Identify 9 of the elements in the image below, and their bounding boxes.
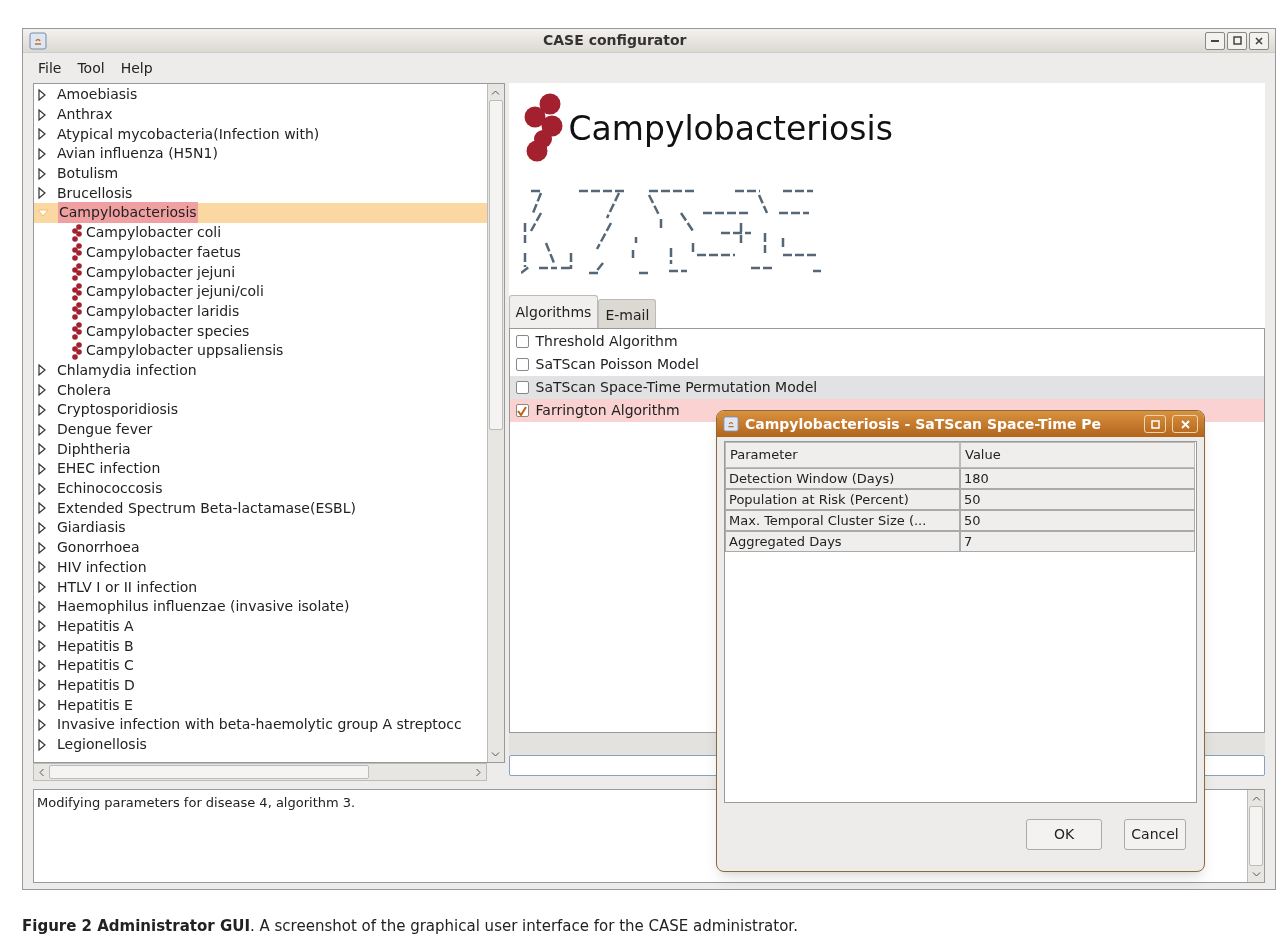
algorithm-label: SaTScan Space-Time Permutation Model — [535, 378, 818, 397]
disease-title: Campylobacteriosis — [568, 108, 893, 151]
figure-caption: Figure 2 Administrator GUI. A screenshot of the graphical user interface for the CASE administrator. — [22, 916, 798, 937]
window-title: CASE configurator — [543, 31, 687, 50]
status-log-text: Modifying parameters for disease 4, algorithm 3. — [37, 794, 356, 812]
algorithm-label: Threshold Algorithm — [535, 332, 678, 351]
dialog-title: Campylobacteriosis - SaTScan Space-Time Pe — [745, 414, 1103, 434]
algorithm-label: Farrington Algorithm — [535, 401, 680, 420]
algorithm-label: SaTScan Poisson Model — [535, 355, 699, 374]
